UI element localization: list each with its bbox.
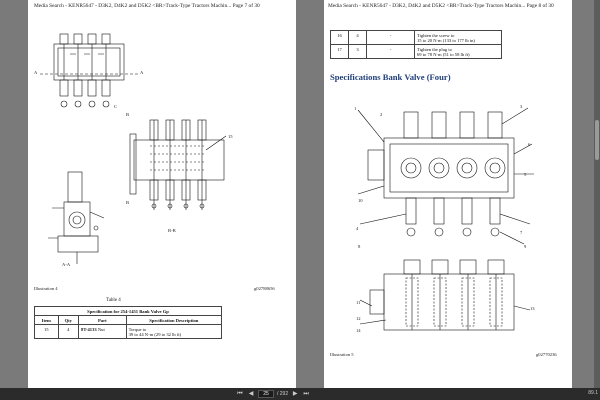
spec-table: Specification for 254-1451 Bank Valve Gp… [34, 306, 223, 339]
callout-15: 15 [228, 134, 233, 139]
col-header-qty: Qty [57, 315, 80, 325]
page-header: Media Search - KENR5647 - D3K2, D4K2 and… [328, 3, 554, 9]
cell-part: 8T-4133 Nut [78, 324, 127, 339]
section-label-b: B-B [168, 228, 176, 233]
cell-desc: Tighten the screw to 15 to 20 N·m (133 t… [414, 30, 502, 45]
table-row: 15 4 8T-4133 Nut Torque to 39 to 44 N·m … [34, 324, 223, 339]
last-page-icon[interactable]: ⏭ [302, 390, 310, 398]
cell-part: - [366, 44, 415, 59]
document-viewer: Media Search - KENR5647 - D3K2, D4K2 and… [0, 0, 600, 388]
spec-table-title: Specification for 254-1451 Bank Valve Gp [34, 306, 222, 316]
callout-6: 6 [528, 142, 531, 147]
callout-5: 5 [524, 172, 527, 177]
callout-14: 14 [356, 328, 361, 333]
cell-qty: 4 [57, 324, 80, 339]
callout-b-bottom: B [126, 200, 130, 205]
cell-item: 15 [34, 324, 59, 339]
spec-table-continued: 16 4 - Tighten the screw to 15 to 20 N·m… [330, 30, 502, 59]
desc-line-2: 69 to 78 N·m (51 to 58 lb ft) [417, 51, 470, 57]
callout-a-right: A [140, 70, 144, 75]
col-header-part: Part [78, 315, 127, 325]
illustration-code: g02770236 [536, 352, 557, 357]
pdf-page-left: Media Search - KENR5647 - D3K2, D4K2 and… [28, 0, 296, 388]
cell-desc: Tighten the plug to 69 to 78 N·m (51 to … [414, 44, 502, 59]
part-suffix: Nut [96, 326, 105, 332]
cell-desc: Torque to 39 to 44 N·m (29 to 32 lb ft) [125, 324, 223, 339]
prev-page-icon[interactable]: ◀ [247, 390, 255, 398]
table-row: 16 4 - Tighten the screw to 15 to 20 N·m… [330, 30, 502, 45]
callout-1: 1 [354, 106, 357, 111]
page-total: / 292 [277, 391, 289, 397]
callout-13: 13 [530, 306, 535, 311]
cell-item: 17 [330, 44, 349, 59]
col-header-item: Item [34, 315, 59, 325]
table-label: Table 4 [106, 298, 121, 303]
page-header: Media Search - KENR5647 - D3K2, D4K2 and… [34, 3, 260, 9]
valve-side-view-drawing [48, 171, 105, 264]
cell-qty: 4 [348, 30, 367, 45]
callout-7: 7 [520, 230, 523, 235]
callout-c: C [114, 104, 118, 109]
table-row: 17 3 - Tighten the plug to 69 to 78 N·m … [330, 44, 502, 59]
illustration-caption: Illustration 4 [34, 286, 58, 291]
section-label-a: A-A [62, 262, 71, 267]
zoom-level[interactable]: 89.1 [588, 390, 598, 396]
callout-4: 4 [356, 226, 359, 231]
cell-item: 16 [330, 30, 349, 45]
valve-section-drawing [129, 119, 227, 210]
cell-qty: 3 [348, 44, 367, 59]
callout-a-left: A [34, 70, 38, 75]
callout-12: 12 [356, 316, 361, 321]
page-number-input[interactable]: 25 [258, 390, 274, 398]
four-bank-valve-drawing [357, 107, 534, 245]
section-title: Specifications Bank Valve (Four) [330, 72, 451, 82]
first-page-icon[interactable]: ⏮ [236, 390, 244, 398]
callout-10: 10 [358, 198, 363, 203]
next-page-icon[interactable]: ▶ [291, 390, 299, 398]
pdf-page-right: Media Search - KENR5647 - D3K2, D4K2 and… [324, 0, 572, 388]
desc-line-2: 39 to 44 N·m (29 to 32 lb ft) [128, 331, 182, 337]
illustration-caption: Illustration 5 [330, 352, 354, 357]
callout-9: 9 [524, 244, 527, 249]
scrollbar-thumb[interactable] [595, 120, 599, 160]
vertical-scrollbar[interactable] [594, 0, 600, 388]
bank-valve-section-drawing [360, 259, 530, 331]
desc-line-2: 15 to 20 N·m (133 to 177 lb in) [417, 37, 475, 43]
valve-front-view-drawing [40, 33, 138, 108]
callout-8: 8 [358, 244, 361, 249]
page-navigation: ⏮ ◀ 25 / 292 ▶ ⏭ [236, 390, 310, 398]
illustration-code: g02788656 [254, 286, 275, 291]
callout-3: 3 [520, 104, 523, 109]
part-number-link[interactable]: 8T-4133 [81, 327, 97, 332]
cell-part: - [366, 30, 415, 45]
col-header-desc: Specification Description [125, 315, 223, 325]
viewer-toolbar: ⏮ ◀ 25 / 292 ▶ ⏭ 89.1 [0, 388, 600, 400]
callout-11: 11 [356, 300, 361, 305]
callout-2: 2 [380, 112, 383, 117]
